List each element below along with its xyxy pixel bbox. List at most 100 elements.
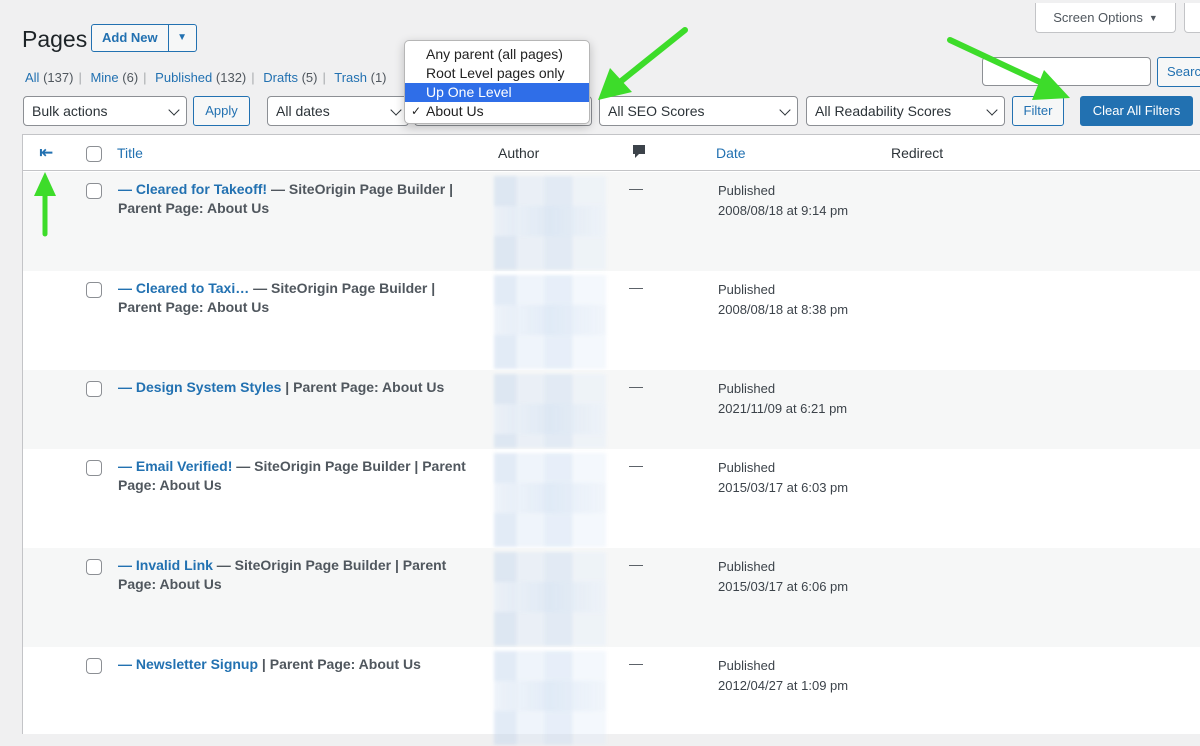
dates-label: All dates bbox=[276, 103, 330, 119]
row-date: Published 2021/11/09 at 6:21 pm bbox=[718, 379, 847, 419]
search-button[interactable]: Searc bbox=[1157, 57, 1200, 87]
row-status: Published bbox=[718, 183, 776, 198]
table-row: — Invalid Link — SiteOrigin Page Builder… bbox=[23, 548, 1200, 647]
view-all[interactable]: All bbox=[25, 70, 39, 85]
back-arrow-icon[interactable]: ⇤ bbox=[39, 143, 53, 163]
author-blurred bbox=[494, 453, 606, 547]
option-label: Root Level pages only bbox=[426, 65, 565, 81]
row-title-link[interactable]: — Email Verified! bbox=[118, 458, 232, 474]
search-input[interactable] bbox=[982, 57, 1151, 86]
view-separator: | bbox=[78, 70, 82, 85]
column-redirect: Redirect bbox=[891, 145, 944, 161]
parent-option-any[interactable]: Any parent (all pages) bbox=[405, 45, 589, 64]
view-drafts-count: (5) bbox=[301, 70, 318, 85]
readability-scores-label: All Readability Scores bbox=[815, 103, 952, 119]
view-trash[interactable]: Trash bbox=[334, 70, 367, 85]
column-title[interactable]: Title bbox=[117, 145, 143, 161]
row-status: Published bbox=[718, 658, 776, 673]
author-blurred bbox=[494, 275, 606, 369]
seo-scores-label: All SEO Scores bbox=[608, 103, 705, 119]
view-trash-count: (1) bbox=[370, 70, 387, 85]
table-row: — Newsletter Signup | Parent Page: About… bbox=[23, 647, 1200, 746]
option-label: About Us bbox=[426, 103, 484, 119]
comment-icon bbox=[632, 144, 646, 163]
table-row: — Cleared for Takeoff! — SiteOrigin Page… bbox=[23, 172, 1200, 271]
row-date-value: 2008/08/18 at 8:38 pm bbox=[718, 302, 849, 317]
row-checkbox[interactable] bbox=[86, 381, 102, 397]
row-status: Published bbox=[718, 460, 776, 475]
row-title: — Email Verified! — SiteOrigin Page Buil… bbox=[118, 457, 478, 495]
row-date: Published 2012/04/27 at 1:09 pm bbox=[718, 656, 848, 696]
chevron-down-icon bbox=[390, 104, 402, 116]
add-new-button[interactable]: Add New bbox=[92, 25, 168, 51]
row-checkbox[interactable] bbox=[86, 183, 102, 199]
row-title-link[interactable]: — Newsletter Signup bbox=[118, 656, 258, 672]
row-comments: — bbox=[629, 378, 643, 394]
row-checkbox[interactable] bbox=[86, 282, 102, 298]
row-checkbox[interactable] bbox=[86, 559, 102, 575]
screen-options-button[interactable]: Screen Options ▼ bbox=[1035, 3, 1176, 33]
parent-dropdown-menu: Any parent (all pages) Root Level pages … bbox=[404, 40, 590, 124]
pages-table: ⇤ Title Author Date Redirect — Cleared f… bbox=[22, 134, 1200, 745]
bulk-actions-select[interactable]: Bulk actions bbox=[23, 96, 187, 126]
row-title: — Design System Styles | Parent Page: Ab… bbox=[118, 378, 478, 397]
row-title-link[interactable]: — Invalid Link bbox=[118, 557, 213, 573]
row-title-meta: | Parent Page: About Us bbox=[258, 656, 421, 672]
row-checkbox[interactable] bbox=[86, 460, 102, 476]
table-header: ⇤ Title Author Date Redirect bbox=[23, 135, 1200, 171]
row-date: Published 2015/03/17 at 6:06 pm bbox=[718, 557, 848, 597]
help-button[interactable] bbox=[1184, 3, 1200, 33]
parent-option-about-us[interactable]: ✓ About Us bbox=[405, 102, 589, 121]
row-comments: — bbox=[629, 655, 643, 671]
column-author: Author bbox=[498, 145, 540, 161]
chevron-down-icon: ▼ bbox=[1148, 12, 1158, 23]
table-row: — Design System Styles | Parent Page: Ab… bbox=[23, 370, 1200, 449]
add-new-button-group: Add New ▼ bbox=[91, 24, 197, 52]
table-row: — Cleared to Taxi… — SiteOrigin Page Bui… bbox=[23, 271, 1200, 370]
row-date: Published 2008/08/18 at 9:14 pm bbox=[718, 181, 848, 221]
author-blurred bbox=[494, 176, 606, 270]
row-comments: — bbox=[629, 180, 643, 196]
author-blurred bbox=[494, 552, 606, 646]
table-row: — Email Verified! — SiteOrigin Page Buil… bbox=[23, 449, 1200, 548]
view-separator: | bbox=[251, 70, 255, 85]
row-date-value: 2015/03/17 at 6:06 pm bbox=[718, 579, 849, 594]
row-checkbox[interactable] bbox=[86, 658, 102, 674]
parent-option-up-one-level[interactable]: Up One Level bbox=[405, 83, 589, 102]
apply-button[interactable]: Apply bbox=[193, 96, 250, 126]
row-date-value: 2012/04/27 at 1:09 pm bbox=[718, 678, 849, 693]
parent-option-root[interactable]: Root Level pages only bbox=[405, 64, 589, 83]
row-title-link[interactable]: — Design System Styles bbox=[118, 379, 281, 395]
row-title-link[interactable]: — Cleared to Taxi… bbox=[118, 280, 249, 296]
chevron-down-icon bbox=[986, 104, 998, 116]
view-drafts[interactable]: Drafts bbox=[263, 70, 298, 85]
bulk-actions-label: Bulk actions bbox=[32, 103, 108, 119]
view-mine[interactable]: Mine bbox=[90, 70, 118, 85]
row-date: Published 2015/03/17 at 6:03 pm bbox=[718, 458, 848, 498]
filter-button[interactable]: Filter bbox=[1012, 96, 1064, 126]
row-title: — Cleared for Takeoff! — SiteOrigin Page… bbox=[118, 180, 478, 218]
column-date[interactable]: Date bbox=[716, 145, 746, 161]
row-title: — Invalid Link — SiteOrigin Page Builder… bbox=[118, 556, 478, 594]
dates-select[interactable]: All dates bbox=[267, 96, 409, 126]
chevron-down-icon bbox=[779, 104, 791, 116]
view-published[interactable]: Published bbox=[155, 70, 212, 85]
view-mine-count: (6) bbox=[122, 70, 139, 85]
row-title: — Newsletter Signup | Parent Page: About… bbox=[118, 655, 478, 674]
checkmark-icon: ✓ bbox=[411, 104, 422, 118]
row-date-value: 2021/11/09 at 6:21 pm bbox=[718, 401, 848, 416]
view-all-count: (137) bbox=[43, 70, 74, 85]
select-all-checkbox[interactable] bbox=[86, 146, 102, 162]
row-title: — Cleared to Taxi… — SiteOrigin Page Bui… bbox=[118, 279, 478, 317]
row-title-link[interactable]: — Cleared for Takeoff! bbox=[118, 181, 267, 197]
seo-scores-select[interactable]: All SEO Scores bbox=[599, 96, 798, 126]
clear-all-filters-button[interactable]: Clear All Filters bbox=[1080, 96, 1193, 126]
chevron-down-icon bbox=[168, 104, 180, 116]
view-filters: All (137) | Mine (6) | Published (132) | Dr… bbox=[25, 70, 387, 85]
author-blurred bbox=[494, 651, 606, 745]
row-status: Published bbox=[718, 282, 776, 297]
option-label: Any parent (all pages) bbox=[426, 46, 563, 62]
add-new-dropdown-icon[interactable]: ▼ bbox=[167, 25, 196, 51]
readability-scores-select[interactable]: All Readability Scores bbox=[806, 96, 1005, 126]
row-comments: — bbox=[629, 279, 643, 295]
